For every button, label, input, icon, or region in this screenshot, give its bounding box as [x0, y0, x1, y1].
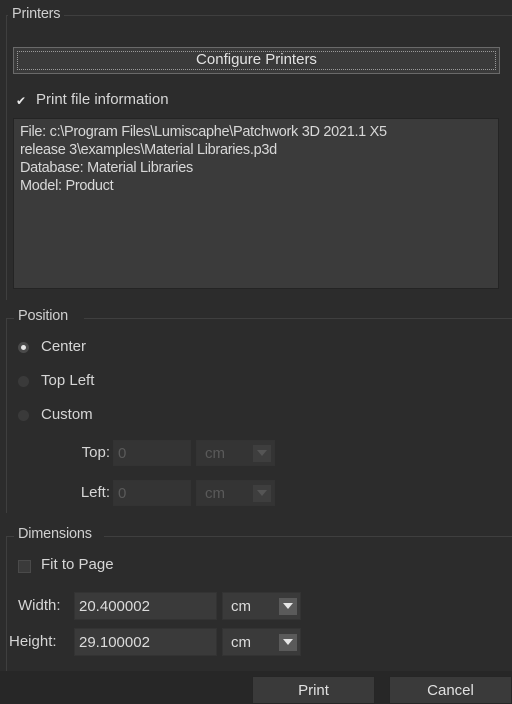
print-file-info-label: Print file information — [36, 91, 169, 108]
left-label: Left: — [80, 484, 110, 501]
info-line: File: c:\Program Files\Lumiscaphe\Patchw… — [20, 124, 387, 140]
height-label: Height: — [9, 633, 57, 650]
top-input[interactable]: 0 — [113, 440, 191, 466]
cancel-button[interactable]: Cancel — [389, 676, 512, 704]
height-unit-value: cm — [231, 633, 251, 651]
cancel-button-label: Cancel — [427, 681, 474, 699]
left-unit-select[interactable]: cm — [196, 480, 275, 506]
printers-group-title: Printers — [12, 6, 61, 22]
height-input[interactable]: 29.100002 — [74, 628, 217, 656]
chevron-down-icon — [279, 633, 297, 651]
width-label: Width: — [18, 597, 61, 614]
custom-label: Custom — [41, 406, 93, 423]
top-unit-select[interactable]: cm — [196, 440, 275, 466]
configure-printers-button[interactable]: Configure Printers — [13, 47, 500, 74]
left-unit-value: cm — [205, 484, 225, 502]
top-label: Top: — [81, 444, 110, 461]
fit-to-page-checkbox[interactable] — [18, 560, 31, 573]
width-input[interactable]: 20.400002 — [74, 592, 217, 620]
print-file-info-checkbox[interactable]: ✔ — [15, 95, 27, 107]
info-line: Model: Product — [20, 178, 114, 194]
dimensions-group-vline — [6, 536, 7, 671]
width-unit-select[interactable]: cm — [222, 592, 301, 620]
dimensions-group-title: Dimensions — [18, 526, 92, 542]
top-unit-value: cm — [205, 444, 225, 462]
print-dialog: Printers Configure Printers ✔ Print file… — [0, 0, 512, 704]
top-left-label: Top Left — [41, 372, 95, 389]
position-group-line — [84, 318, 512, 319]
custom-radio[interactable] — [18, 410, 29, 421]
info-line: Database: Material Libraries — [20, 160, 193, 176]
height-unit-select[interactable]: cm — [222, 628, 301, 656]
position-group-vline — [6, 318, 7, 513]
chevron-down-icon — [279, 597, 297, 615]
center-radio[interactable] — [18, 342, 29, 353]
chevron-down-icon — [253, 484, 271, 502]
info-line: release 3\examples\Material Libraries.p3… — [20, 142, 277, 158]
center-label: Center — [41, 338, 87, 355]
configure-printers-label: Configure Printers — [196, 51, 317, 68]
top-left-radio[interactable] — [18, 376, 29, 387]
width-unit-value: cm — [231, 597, 251, 615]
position-group-line-left — [6, 318, 14, 319]
printers-group-vline — [6, 15, 7, 300]
print-button-label: Print — [298, 681, 329, 699]
fit-to-page-label: Fit to Page — [41, 556, 114, 573]
print-button[interactable]: Print — [252, 676, 375, 704]
printers-group-line — [64, 15, 512, 16]
checkmark-icon: ✔ — [15, 94, 27, 108]
left-input[interactable]: 0 — [113, 480, 191, 506]
chevron-down-icon — [253, 444, 271, 462]
dimensions-group-line-left — [6, 536, 14, 537]
file-info-textbox[interactable]: File: c:\Program Files\Lumiscaphe\Patchw… — [13, 118, 499, 289]
position-group-title: Position — [18, 308, 68, 324]
dimensions-group-line — [104, 536, 512, 537]
